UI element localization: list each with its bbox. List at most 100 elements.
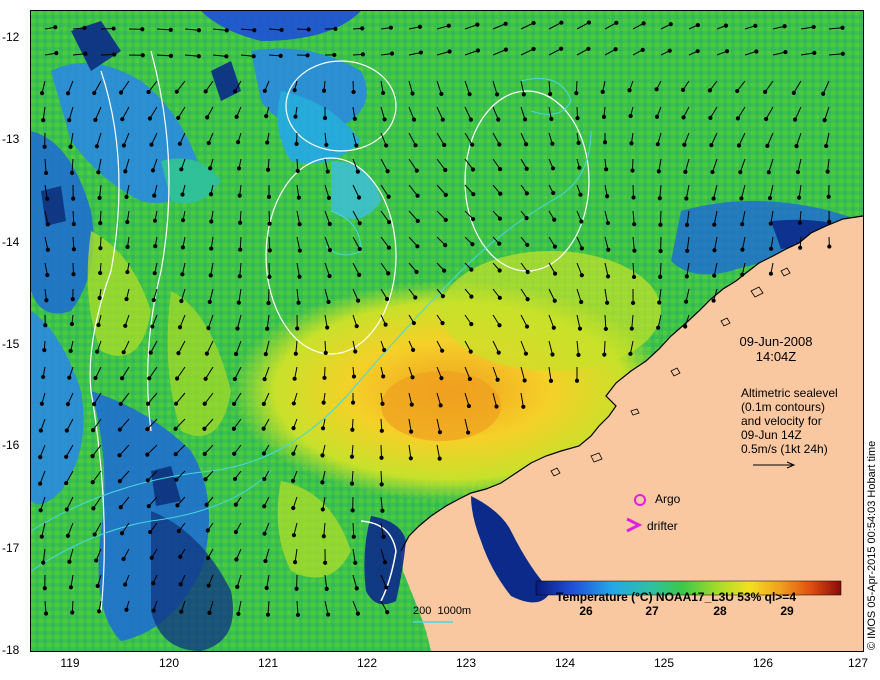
velocity-arrow-head [203, 477, 208, 482]
velocity-arrow-head [497, 295, 502, 300]
velocity-arrow-head [380, 508, 385, 513]
velocity-arrow-head [118, 90, 124, 95]
velocity-arrow-head [657, 300, 662, 305]
velocity-arrow-head [320, 507, 325, 512]
velocity-arrow-head [179, 298, 184, 304]
velocity-arrow-head [293, 560, 298, 565]
velocity-arrow-head [740, 247, 745, 252]
velocity-arrow-head [411, 347, 416, 352]
velocity-arrow-head [176, 351, 181, 356]
velocity-arrow-head [822, 117, 827, 123]
velocity-arrow-head [38, 428, 43, 433]
velocity-arrow-head [71, 221, 76, 227]
velocity-arrow-head [709, 143, 714, 148]
velocity-arrow-head [386, 245, 392, 250]
velocity-arrow-head [266, 194, 272, 199]
velocity-arrow-head [357, 246, 362, 252]
velocity-arrow-head [323, 560, 328, 565]
velocity-arrow-head [552, 217, 557, 222]
velocity-arrow-head [382, 347, 387, 353]
velocity-arrow-head [296, 195, 301, 200]
velocity-arrow-head [123, 582, 128, 587]
velocity-arrow-head [224, 28, 229, 33]
velocity-arrow-head [45, 196, 50, 201]
velocity-arrow-head [43, 170, 49, 176]
velocity-arrow-head [754, 49, 759, 54]
colorbar-tick: 27 [645, 604, 659, 618]
velocity-arrow-head [631, 195, 636, 200]
argo-label: Argo [655, 492, 681, 506]
velocity-arrow-head [321, 400, 326, 405]
velocity-arrow-head [168, 53, 174, 58]
velocity-arrow-head [440, 348, 445, 353]
velocity-arrow-head [684, 274, 689, 279]
velocity-arrow-head [117, 453, 122, 458]
velocity-arrow-head [324, 142, 329, 148]
velocity-arrow-head [320, 426, 326, 431]
time-label: 14:04Z [755, 349, 797, 364]
velocity-arrow-head [576, 352, 581, 357]
velocity-arrow-head [605, 274, 611, 279]
velocity-arrow-head [38, 455, 43, 460]
velocity-arrow-head [440, 321, 445, 326]
velocity-arrow-head [442, 268, 447, 273]
velocity-arrow-head [95, 583, 100, 589]
velocity-arrow-head [152, 218, 158, 223]
colorbar-title: Temperature (°C) NOAA17_L3U 53% ql>=4 [556, 590, 796, 604]
velocity-arrow-head [202, 451, 207, 457]
depth-legend-label: 200 1000m [413, 605, 472, 617]
velocity-arrow-head [356, 195, 362, 200]
velocity-arrow-head [261, 426, 266, 431]
velocity-arrow-head [140, 53, 145, 58]
velocity-arrow-head [174, 477, 179, 482]
velocity-arrow-head [350, 508, 355, 513]
velocity-arrow-head [471, 192, 476, 197]
velocity-arrow-head [175, 503, 180, 508]
velocity-arrow-head [150, 324, 155, 329]
velocity-arrow-head [415, 244, 420, 249]
velocity-arrow-head [548, 378, 554, 383]
velocity-arrow-head [178, 582, 183, 587]
velocity-arrow-head [418, 50, 424, 55]
velocity-arrow-head [332, 52, 337, 58]
velocity-arrow-head [350, 400, 356, 405]
velocity-arrow-head [292, 376, 297, 381]
velocity-arrow-head [379, 455, 384, 460]
velocity-arrow-head [45, 272, 50, 278]
altimetry-line: 09-Jun 14Z [741, 428, 802, 442]
velocity-arrow-head [179, 167, 184, 172]
velocity-arrow-head [176, 528, 181, 534]
velocity-arrow-head [353, 349, 358, 354]
velocity-arrow-head [196, 54, 201, 59]
velocity-arrow-head [415, 218, 420, 224]
velocity-arrow-head [475, 48, 480, 53]
velocity-arrow-head [231, 426, 236, 431]
velocity-arrow-head [654, 114, 660, 119]
velocity-arrow-head [322, 375, 327, 380]
velocity-arrow-head [685, 248, 690, 253]
velocity-arrow-head [323, 350, 328, 355]
velocity-arrow-head [389, 51, 395, 56]
velocity-arrow-head [68, 144, 73, 149]
velocity-arrow-head [208, 192, 214, 197]
velocity-arrow-head [497, 323, 502, 328]
velocity-arrow-head [145, 401, 151, 406]
lat-tick: -13 [2, 132, 20, 146]
lat-tick: -18 [2, 643, 20, 657]
velocity-arrow-head [146, 89, 151, 95]
velocity-arrow-head [605, 220, 611, 226]
velocity-arrow-head [550, 352, 555, 357]
velocity-arrow-head [497, 142, 502, 147]
velocity-arrow-head [71, 272, 76, 277]
velocity-arrow-head [494, 404, 499, 409]
velocity-arrow-head [45, 247, 50, 252]
velocity-arrow-head [206, 140, 211, 146]
velocity-arrow-head [360, 52, 366, 57]
velocity-arrow-head [125, 244, 130, 249]
velocity-arrow-head [264, 585, 269, 591]
lat-tick: -17 [2, 541, 20, 555]
velocity-arrow-head [262, 88, 267, 93]
lon-tick: 127 [847, 656, 869, 670]
velocity-arrow-head [234, 557, 239, 562]
velocity-arrow-head [146, 504, 151, 509]
